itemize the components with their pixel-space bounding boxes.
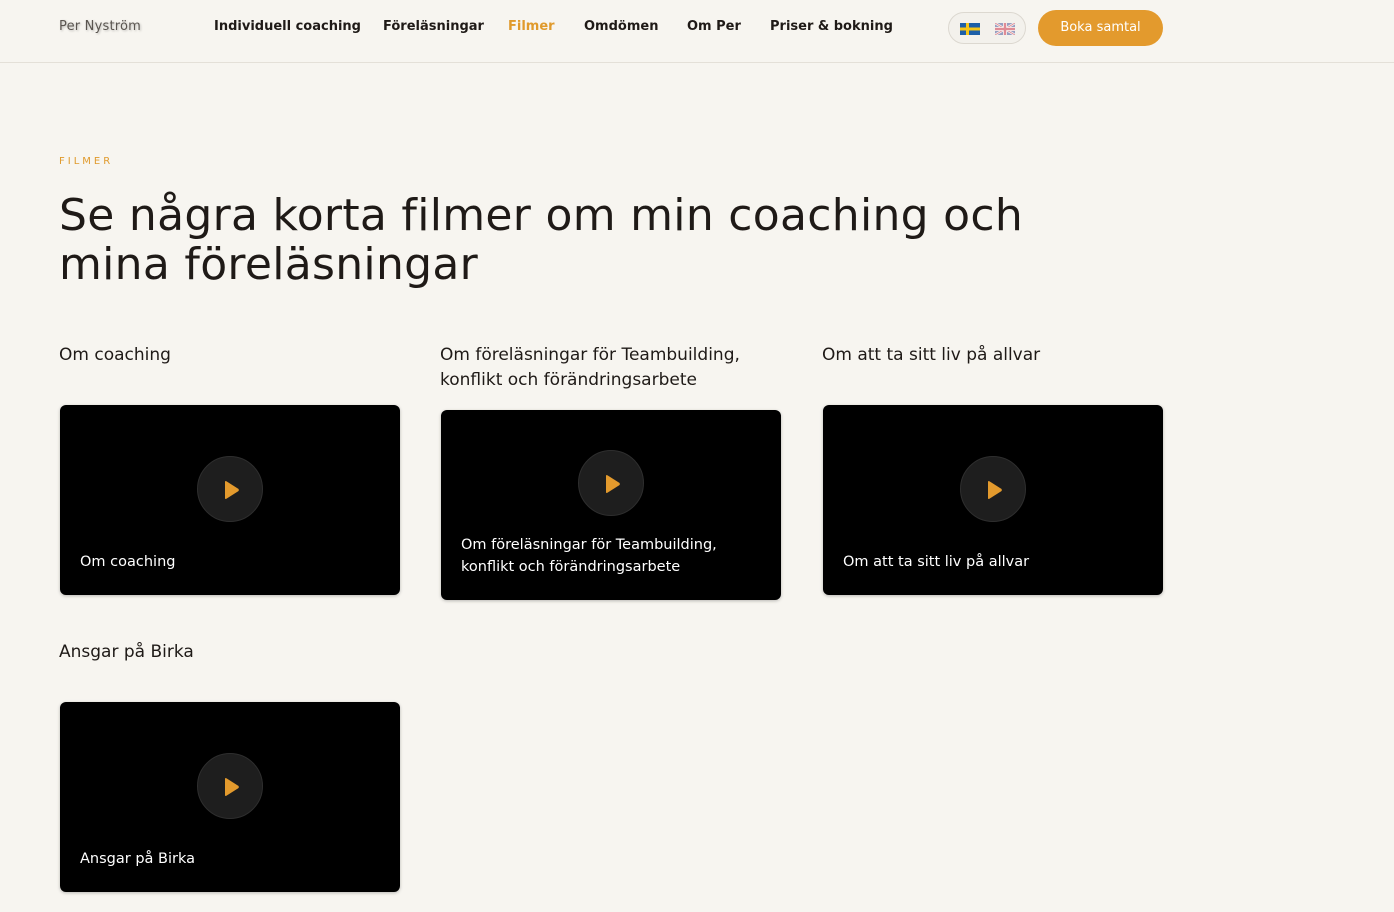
video-title: Om att ta sitt liv på allvar: [822, 345, 1041, 365]
site-header: Per Nyström Individuell coaching Föreläs…: [0, 0, 1394, 63]
uk-flag-icon[interactable]: [995, 23, 1015, 35]
nav-item-priser-bokning[interactable]: Priser & bokning: [770, 19, 893, 34]
play-icon: [225, 778, 239, 796]
page-title: Se några korta filmer om min coaching oc…: [59, 190, 1024, 290]
video-player[interactable]: Om föreläsningar för Teambuilding, konfl…: [441, 410, 781, 600]
video-player[interactable]: Om att ta sitt liv på allvar: [823, 405, 1163, 595]
video-player[interactable]: Om coaching: [60, 405, 400, 595]
section-eyebrow: FILMER: [59, 156, 114, 167]
nav-item-forelasningar[interactable]: Föreläsningar: [383, 19, 484, 34]
video-title: Om föreläsningar för Teambuilding, konfl…: [440, 345, 740, 390]
video-caption: Ansgar på Birka: [80, 851, 195, 867]
language-switcher: [948, 12, 1026, 44]
play-button[interactable]: [578, 450, 644, 516]
nav-item-om-per[interactable]: Om Per: [687, 19, 741, 34]
video-caption: Om att ta sitt liv på allvar: [843, 554, 1030, 570]
play-icon: [606, 475, 620, 493]
book-call-button[interactable]: Boka samtal: [1038, 10, 1163, 46]
video-player[interactable]: Ansgar på Birka: [60, 702, 400, 892]
play-button[interactable]: [960, 456, 1026, 522]
video-title: Om coaching: [59, 345, 171, 365]
nav-item-individuell-coaching[interactable]: Individuell coaching: [214, 19, 361, 34]
play-icon: [988, 481, 1002, 499]
video-caption: Om föreläsningar för Teambuilding, konfl…: [461, 537, 717, 575]
nav-item-filmer[interactable]: Filmer: [508, 19, 555, 34]
play-icon: [225, 481, 239, 499]
play-button[interactable]: [197, 753, 263, 819]
sweden-flag-icon[interactable]: [960, 23, 980, 35]
video-caption: Om coaching: [80, 554, 176, 570]
video-title: Ansgar på Birka: [59, 642, 194, 662]
play-button[interactable]: [197, 456, 263, 522]
site-logo[interactable]: Per Nyström: [59, 19, 141, 34]
nav-item-omdomen[interactable]: Omdömen: [584, 19, 658, 34]
